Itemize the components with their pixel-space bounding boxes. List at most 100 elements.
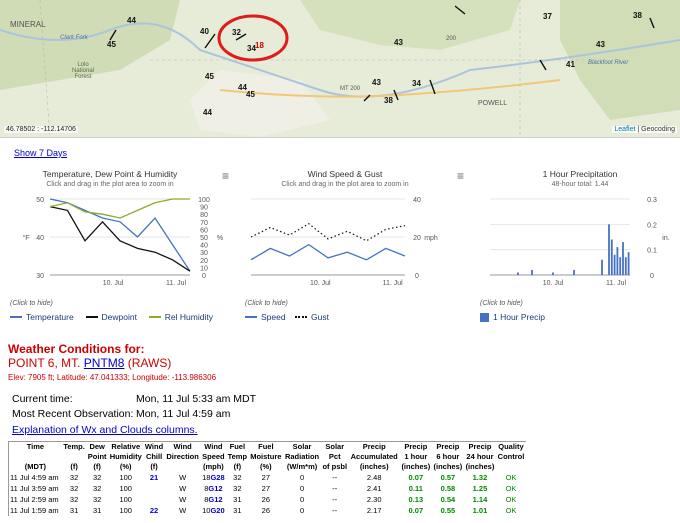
station-value[interactable]: 38 [384, 96, 393, 105]
y2-tick-label: 10 [200, 265, 208, 272]
map-label-forest: Lolo National Forest [72, 62, 95, 80]
y-unit-label: °F [22, 234, 29, 242]
y2-tick-label: 80 [200, 212, 208, 219]
legend-precip[interactable]: 1 Hour Precip [480, 311, 545, 322]
station-value[interactable]: 38 [633, 11, 642, 20]
cell-ftemp: 31 [233, 495, 242, 504]
station-value[interactable]: 34 [247, 44, 256, 53]
col-header: (inches) [359, 462, 389, 471]
conditions-title: Weather Conditions for: [8, 342, 145, 356]
station-value[interactable]: 45 [205, 72, 214, 81]
station-value[interactable]: 41 [566, 60, 575, 69]
station-value[interactable]: 45 [107, 40, 116, 49]
y-unit-label: mph [424, 235, 438, 242]
col-header [496, 462, 526, 472]
y2-tick-label: 40 [200, 243, 208, 250]
cell-chill [144, 483, 165, 494]
chart-plot[interactable]: 40 20 0 mph 10. Jul 11. Jul [245, 191, 470, 291]
chart-plot[interactable]: 0.3 0.2 0.1 0 in. 10. Jul 11. Jul [480, 191, 680, 291]
y2-tick-label: 90 [200, 205, 208, 212]
col-header: (%) [119, 462, 132, 471]
station-id-link[interactable]: PNTM8 [84, 356, 125, 370]
precip-bar [573, 269, 575, 275]
current-time-label: Current time: [12, 393, 73, 405]
col-header: (inches) [401, 462, 431, 471]
station-value[interactable]: 45 [246, 90, 255, 99]
station-value[interactable]: 34 [412, 79, 421, 88]
cell-p24: 1.01 [472, 506, 488, 515]
station-elevation: Elev: 7905 ft; Latitude: 47.041333; Long… [8, 373, 217, 382]
current-time-row: Current time: Mon, 11 Jul 5:33 am MDT [12, 393, 256, 405]
precip-bar [531, 269, 533, 275]
y-tick-label: 0.1 [647, 248, 657, 255]
col-header: Fuel [229, 442, 246, 451]
chart-plot[interactable]: 5040301009080706050403020100°F %10. Jul 11… [10, 191, 235, 291]
map-label-mineral: MINERAL [10, 20, 46, 29]
x-tick-label: 10. Jul [310, 280, 331, 287]
y-tick-label: 0 [650, 273, 654, 280]
recent-observation-row: Most Recent Observation: [12, 408, 133, 420]
leaflet-link[interactable]: Leaflet [614, 126, 635, 133]
cell-temp: 32 [69, 495, 79, 504]
precipitation-chart[interactable]: 1 Hour Precipitation 48-hour total: 1.44… [480, 165, 680, 325]
legend-gust[interactable]: Gust [295, 311, 329, 322]
cell-dir: W [179, 473, 187, 482]
cell-dew: 31 [92, 506, 102, 515]
cell-chill: 22 [149, 506, 159, 515]
y2-tick-label: 20 [200, 258, 208, 265]
legend-rel-humidity[interactable]: Rel Humidity [148, 311, 213, 322]
cell-dew: 32 [92, 473, 102, 482]
station-value[interactable]: 43 [372, 78, 381, 87]
cell-p24: 1.25 [472, 484, 488, 493]
series-temperature [49, 198, 191, 272]
col-header: Temp. [63, 442, 85, 451]
station-value[interactable]: 43 [596, 40, 605, 49]
station-value[interactable]: 32 [232, 28, 241, 37]
station-highlight-value[interactable]: 18 [255, 41, 264, 50]
cell-chill: 21 [149, 473, 159, 482]
cell-dir: W [179, 506, 187, 515]
cell-srad: 0 [299, 484, 305, 493]
precip-bar [627, 252, 630, 275]
station-value[interactable]: 44 [127, 16, 136, 25]
map-label-road-200: 200 [446, 36, 457, 42]
station-value[interactable]: 44 [203, 108, 212, 117]
cell-rh: 100 [119, 495, 132, 504]
cell-p6: 0.58 [440, 484, 456, 493]
table-row: 11 Jul 3:59 am 32 32 100 W 8G12 32 27 0 -- 2.41 0.1… [9, 483, 527, 494]
chart-menu-icon[interactable]: ≡ [222, 169, 229, 183]
y2-tick-label: 50 [200, 235, 208, 242]
table-row: 11 Jul 4:59 am 32 32 100 21 W 18G28 32 27 0 -- 2.48… [9, 472, 527, 483]
col-header: Wind [204, 442, 223, 451]
weather-station-map[interactable]: 44 45 40 32 18 34 43 45 44 45 44 43 38 3… [0, 0, 680, 138]
y-tick-label: 20 [413, 235, 421, 242]
col-header: Speed [202, 452, 225, 461]
legend-dewpoint[interactable]: Dewpoint [85, 311, 137, 322]
y-tick-label: 0.3 [647, 197, 657, 204]
legend-temperature[interactable]: Temperature [10, 311, 74, 322]
wind-speed-gust-chart[interactable]: Wind Speed & Gust Click and drag in the … [245, 165, 470, 325]
cell-fmoist: 27 [261, 484, 271, 493]
station-value[interactable]: 40 [200, 27, 209, 36]
explanation-link[interactable]: Explanation of Wx and Clouds columns. [12, 424, 198, 436]
cell-p24: 1.32 [472, 473, 488, 482]
col-header: (f) [233, 462, 242, 471]
cell-acc: 2.48 [366, 473, 382, 482]
legend-speed[interactable]: Speed [245, 311, 286, 322]
show-7-days-link[interactable]: Show 7 Days [14, 148, 67, 158]
cell-acc: 2.17 [366, 506, 382, 515]
header-row: Time Temp. Dew Relative Wind Wind Wind Fuel Fuel… [9, 442, 527, 453]
cell-rh: 100 [119, 473, 132, 482]
cell-qc: OK [505, 473, 517, 482]
x-tick-label: 11. Jul [383, 280, 404, 287]
header-row: (MDT) (f) (f) (%) (f) (mph) (f) (%) (W/m*m) of ps… [9, 462, 527, 472]
col-header: (inches) [433, 462, 463, 471]
temp-dewpoint-humidity-chart[interactable]: Temperature, Dew Point & Humidity Click … [10, 165, 235, 325]
cell-qc: OK [505, 484, 517, 493]
col-header [62, 452, 87, 462]
cell-srad: 0 [299, 473, 305, 482]
chart-menu-icon[interactable]: ≡ [457, 169, 464, 183]
station-value[interactable]: 37 [543, 12, 552, 21]
station-value[interactable]: 43 [394, 38, 403, 47]
cell-time: 11 Jul 4:59 am [10, 473, 59, 482]
